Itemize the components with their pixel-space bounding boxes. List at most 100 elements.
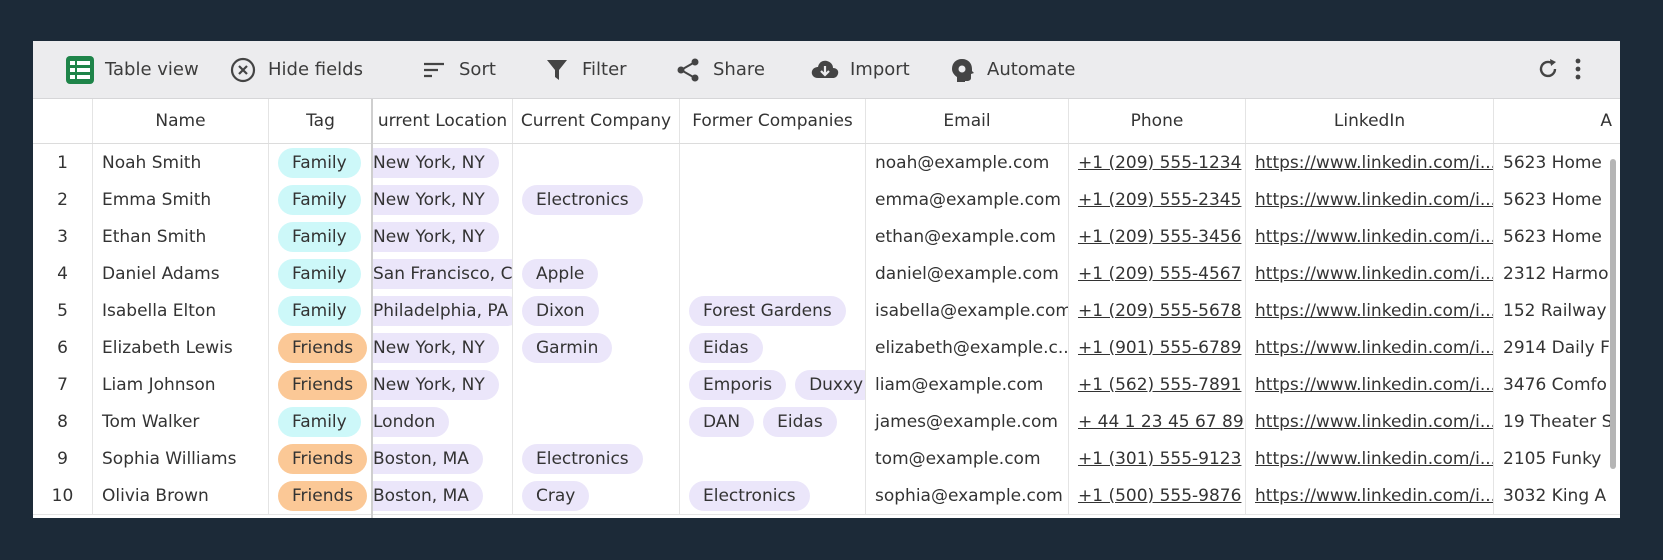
import-button[interactable]: Import — [810, 41, 910, 98]
more-vertical-icon[interactable] — [1563, 54, 1593, 84]
name-cell[interactable]: Isabella Elton — [93, 292, 269, 329]
column-header-tag[interactable]: Tag — [269, 99, 373, 143]
column-header-address[interactable]: A — [1494, 99, 1620, 143]
address-cell[interactable]: 3032 King A — [1494, 477, 1620, 514]
phone-cell-text[interactable]: +1 (500) 555-9876 — [1078, 486, 1241, 506]
company-cell[interactable]: Garmin — [513, 329, 680, 366]
company-cell[interactable]: Dixon — [513, 292, 680, 329]
refresh-icon[interactable] — [1533, 54, 1563, 84]
phone-cell-text[interactable]: +1 (901) 555-6789 — [1078, 338, 1241, 358]
tag-cell[interactable]: Friends — [269, 477, 373, 514]
table-row[interactable]: 5 Isabella Elton Family Philadelphia, PA Dix… — [33, 292, 1620, 330]
former-companies-cell[interactable] — [680, 181, 866, 218]
linkedin-cell-text[interactable]: https://www.linkedin.com/i... — [1255, 153, 1493, 173]
phone-cell-text[interactable]: +1 (209) 555-4567 — [1078, 264, 1241, 284]
company-cell[interactable]: Electronics — [513, 440, 680, 477]
linkedin-cell-text[interactable]: https://www.linkedin.com/i... — [1255, 227, 1493, 247]
row-number[interactable]: 4 — [33, 255, 93, 292]
email-cell[interactable]: liam@example.com — [866, 366, 1069, 403]
address-cell[interactable]: 2312 Harmo — [1494, 255, 1620, 292]
column-header-email[interactable]: Email — [866, 99, 1069, 143]
email-cell[interactable]: isabella@example.com — [866, 292, 1069, 329]
table-row[interactable]: 8 Tom Walker Family London DAN Eidas james@exa… — [33, 403, 1620, 441]
former-companies-cell[interactable] — [680, 218, 866, 255]
name-cell[interactable]: Noah Smith — [93, 144, 269, 181]
linkedin-cell[interactable]: https://www.linkedin.com/i... — [1246, 366, 1494, 403]
table-row[interactable]: 4 Daniel Adams Family San Francisco, CA Appl… — [33, 255, 1620, 293]
location-cell[interactable]: San Francisco, CA — [373, 255, 513, 292]
location-cell[interactable]: London — [373, 403, 513, 440]
linkedin-cell[interactable]: https://www.linkedin.com/i... — [1246, 292, 1494, 329]
former-companies-cell[interactable]: Emporis Duxxy — [680, 366, 866, 403]
tag-cell[interactable]: Friends — [269, 366, 373, 403]
linkedin-cell[interactable]: https://www.linkedin.com/i... — [1246, 144, 1494, 181]
tag-cell[interactable]: Family — [269, 292, 373, 329]
tag-cell[interactable]: Family — [269, 403, 373, 440]
hide-fields-button[interactable]: Hide fields — [228, 41, 363, 98]
phone-cell-text[interactable]: +1 (209) 555-1234 — [1078, 153, 1241, 173]
address-cell[interactable]: 2105 Funky — [1494, 440, 1620, 477]
company-cell[interactable]: Cray — [513, 477, 680, 514]
phone-cell[interactable]: + 44 1 23 45 67 89 — [1069, 403, 1246, 440]
column-header-phone[interactable]: Phone — [1069, 99, 1246, 143]
address-cell[interactable]: 3476 Comfo — [1494, 366, 1620, 403]
row-number[interactable]: 2 — [33, 181, 93, 218]
linkedin-cell[interactable]: https://www.linkedin.com/i... — [1246, 218, 1494, 255]
phone-cell-text[interactable]: +1 (562) 555-7891 — [1078, 375, 1241, 395]
linkedin-cell[interactable]: https://www.linkedin.com/i... — [1246, 255, 1494, 292]
name-cell[interactable]: Elizabeth Lewis — [93, 329, 269, 366]
linkedin-cell-text[interactable]: https://www.linkedin.com/i... — [1255, 190, 1493, 210]
name-cell[interactable]: Olivia Brown — [93, 477, 269, 514]
phone-cell-text[interactable]: +1 (209) 555-2345 — [1078, 190, 1241, 210]
location-cell[interactable]: Philadelphia, PA — [373, 292, 513, 329]
vertical-scrollbar[interactable] — [1610, 159, 1616, 469]
automate-button[interactable]: Automate — [947, 41, 1076, 98]
email-cell[interactable]: tom@example.com — [866, 440, 1069, 477]
phone-cell[interactable]: +1 (209) 555-2345 — [1069, 181, 1246, 218]
phone-cell-text[interactable]: +1 (209) 555-5678 — [1078, 301, 1241, 321]
former-companies-cell[interactable] — [680, 255, 866, 292]
column-header-former-companies[interactable]: Former Companies — [680, 99, 866, 143]
location-cell[interactable]: New York, NY — [373, 329, 513, 366]
email-cell[interactable]: noah@example.com — [866, 144, 1069, 181]
linkedin-cell-text[interactable]: https://www.linkedin.com/i... — [1255, 338, 1493, 358]
linkedin-cell[interactable]: https://www.linkedin.com/i... — [1246, 403, 1494, 440]
company-cell[interactable] — [513, 403, 680, 440]
address-cell[interactable]: 5623 Home — [1494, 144, 1620, 181]
former-companies-cell[interactable] — [680, 440, 866, 477]
row-number[interactable]: 5 — [33, 292, 93, 329]
address-cell[interactable]: 19 Theater S — [1494, 403, 1620, 440]
former-companies-cell[interactable]: Forest Gardens — [680, 292, 866, 329]
linkedin-cell[interactable]: https://www.linkedin.com/i... — [1246, 181, 1494, 218]
phone-cell-text[interactable]: +1 (301) 555-9123 — [1078, 449, 1241, 469]
linkedin-cell[interactable]: https://www.linkedin.com/i... — [1246, 477, 1494, 514]
column-header-current-location[interactable]: urrent Location — [373, 99, 513, 143]
row-number[interactable]: 8 — [33, 403, 93, 440]
name-cell[interactable]: Tom Walker — [93, 403, 269, 440]
company-cell[interactable] — [513, 366, 680, 403]
column-header-linkedin[interactable]: LinkedIn — [1246, 99, 1494, 143]
location-cell[interactable]: Boston, MA — [373, 440, 513, 477]
share-button[interactable]: Share — [673, 41, 765, 98]
phone-cell-text[interactable]: + 44 1 23 45 67 89 — [1078, 412, 1244, 432]
name-cell[interactable]: Liam Johnson — [93, 366, 269, 403]
table-row[interactable]: 10 Olivia Brown Friends Boston, MA Cray Elect… — [33, 477, 1620, 515]
email-cell[interactable]: daniel@example.com — [866, 255, 1069, 292]
tag-cell[interactable]: Family — [269, 218, 373, 255]
location-cell[interactable]: New York, NY — [373, 218, 513, 255]
email-cell[interactable]: emma@example.com — [866, 181, 1069, 218]
location-cell[interactable]: New York, NY — [373, 181, 513, 218]
former-companies-cell[interactable]: Electronics — [680, 477, 866, 514]
table-row[interactable]: 1 Noah Smith Family New York, NY noah@exampl… — [33, 144, 1620, 182]
location-cell[interactable]: Boston, MA — [373, 477, 513, 514]
email-cell[interactable]: ethan@example.com — [866, 218, 1069, 255]
address-cell[interactable]: 152 Railway — [1494, 292, 1620, 329]
phone-cell[interactable]: +1 (209) 555-5678 — [1069, 292, 1246, 329]
tag-cell[interactable]: Family — [269, 144, 373, 181]
linkedin-cell-text[interactable]: https://www.linkedin.com/i... — [1255, 301, 1493, 321]
name-cell[interactable]: Ethan Smith — [93, 218, 269, 255]
row-number[interactable]: 9 — [33, 440, 93, 477]
phone-cell[interactable]: +1 (301) 555-9123 — [1069, 440, 1246, 477]
address-cell[interactable]: 2914 Daily F — [1494, 329, 1620, 366]
column-header-name[interactable]: Name — [93, 99, 269, 143]
